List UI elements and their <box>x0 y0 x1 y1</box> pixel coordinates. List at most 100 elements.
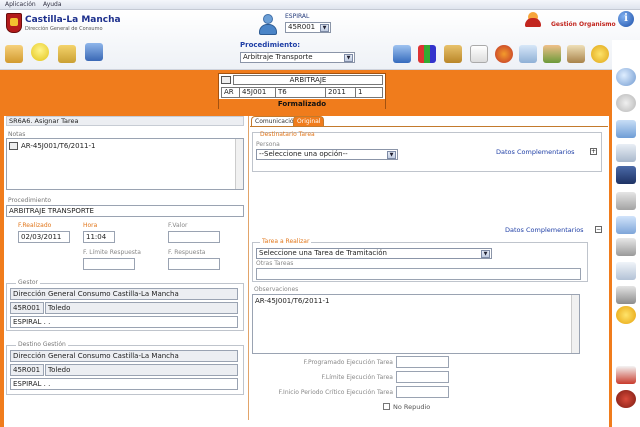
persona-select-value: --Seleccione una opción-- <box>259 150 348 158</box>
f-respuesta-label: F. Respuesta <box>168 249 206 256</box>
expand-icon[interactable]: + <box>590 148 597 155</box>
destino-name-field: Dirección General Consumo Castilla-La Ma… <box>10 350 238 362</box>
calculator-icon[interactable] <box>567 45 585 63</box>
collapse-icon[interactable]: − <box>595 226 602 233</box>
espiral-select[interactable]: 45R001 ▼ <box>285 22 331 33</box>
exit-icon[interactable] <box>85 43 103 61</box>
computer-icon[interactable] <box>393 45 411 63</box>
books-icon[interactable] <box>418 45 436 63</box>
notas-label: Notas <box>8 131 26 138</box>
back-icon[interactable] <box>616 94 636 112</box>
cancel-icon[interactable] <box>616 366 636 384</box>
clip-icon[interactable] <box>616 238 636 256</box>
lightbulb-icon[interactable] <box>31 43 49 61</box>
user-icon <box>258 14 278 36</box>
procedimiento-field[interactable]: ARBITRAJE TRANSPORTE <box>6 205 244 217</box>
persona-select[interactable]: --Seleccione una opción-- ▼ <box>256 149 398 160</box>
tarea-select[interactable]: Seleccione una Tarea de Tramitación ▼ <box>256 248 492 259</box>
observaciones-scrollbar[interactable] <box>571 295 579 353</box>
f-limite-respuesta-label: F. Límite Respuesta <box>83 249 141 256</box>
f-inicio-periodo-field[interactable] <box>396 386 449 398</box>
no-repudio-checkbox[interactable] <box>383 403 390 410</box>
f-limite-ejecucion-field[interactable] <box>396 371 449 383</box>
gestor-city-field: Toledo <box>45 302 238 314</box>
gestor-code-field: 45R001 <box>10 302 44 314</box>
observaciones-field[interactable]: AR-45J001/T6/2011-1 <box>252 294 580 354</box>
menu-bar: Aplicación Ayuda <box>0 0 640 10</box>
expediente-title: ARBITRAJE <box>233 75 383 85</box>
calendar-icon[interactable] <box>470 45 488 63</box>
f-limite-respuesta-field[interactable] <box>83 258 135 270</box>
no-repudio-label: No Repudio <box>393 403 431 411</box>
header: Castilla-La Mancha Dirección General de … <box>0 10 640 70</box>
info-icon[interactable]: i <box>618 11 634 27</box>
chevron-down-icon: ▼ <box>481 250 490 258</box>
archive-icon[interactable] <box>444 45 462 63</box>
folder-icon[interactable] <box>58 45 76 63</box>
procedimiento-select[interactable]: Arbitraje Transporte ▼ <box>240 52 355 63</box>
settings-icon[interactable] <box>616 306 636 324</box>
notas-field[interactable]: AR-45J001/T6/2011-1 <box>6 138 244 190</box>
f-limite-ejecucion-label: F.Límite Ejecución Tarea <box>321 374 393 381</box>
f-valor-label: F.Valor <box>168 222 188 229</box>
document-icon <box>221 76 231 84</box>
gestor-extra-field: ESPIRAL . . <box>10 316 238 328</box>
save-icon[interactable] <box>616 166 636 184</box>
right-toolbar <box>612 40 640 427</box>
expediente-cell-2: 45J001 <box>240 88 276 97</box>
globe-icon[interactable] <box>495 45 513 63</box>
app-name: Gestión Organismo <box>551 21 616 28</box>
procedimiento-label: Procedimiento <box>8 197 52 204</box>
gear-icon[interactable] <box>591 45 609 63</box>
procedimiento-select-value: Arbitraje Transporte <box>243 53 313 61</box>
gestor-name-field: Dirección General Consumo Castilla-La Ma… <box>10 288 238 300</box>
f-respuesta-field[interactable] <box>168 258 220 270</box>
f-inicio-periodo-label: F.Inicio Periodo Crítico Ejecución Tarea <box>278 389 393 396</box>
brand-subtitle: Dirección General de Consumo <box>25 26 103 32</box>
datos-complementarios-link-2[interactable]: Datos Complementarios <box>505 226 584 234</box>
procedimiento-header-label: Procedimiento: <box>240 41 301 49</box>
printer-icon[interactable] <box>616 286 636 304</box>
note-icon[interactable] <box>616 216 636 234</box>
edit-icon[interactable] <box>616 120 636 138</box>
search-docs-icon[interactable] <box>519 45 537 63</box>
f-valor-field[interactable] <box>168 231 220 243</box>
f-realizado-label: F.Realizado <box>18 222 52 229</box>
notas-scrollbar[interactable] <box>235 139 243 189</box>
destinatario-label: Destinatario Tarea <box>260 131 315 138</box>
document-icon <box>9 142 18 150</box>
tab-original[interactable]: Original <box>293 116 325 126</box>
expediente-cell-4: 2011 <box>326 88 356 97</box>
hora-field[interactable]: 11:04 <box>83 231 115 243</box>
home-icon[interactable] <box>5 45 23 63</box>
copy-icon[interactable] <box>616 144 636 162</box>
espiral-label: ESPIRAL <box>285 13 310 20</box>
persona-label: Persona <box>256 141 280 148</box>
exit-icon[interactable] <box>616 390 636 408</box>
hora-label: Hora <box>83 222 98 229</box>
menu-aplicacion[interactable]: Aplicación <box>5 1 36 8</box>
brand-title: Castilla-La Mancha <box>25 15 121 25</box>
chevron-down-icon: ▼ <box>344 54 353 62</box>
f-programado-field[interactable] <box>396 356 449 368</box>
otras-tareas-field[interactable] <box>256 268 581 280</box>
chevron-down-icon: ▼ <box>320 24 329 32</box>
expediente-cell-1: AR <box>222 88 240 97</box>
destino-city-field: Toledo <box>45 364 238 376</box>
datos-complementarios-link[interactable]: Datos Complementarios <box>496 148 575 156</box>
tarea-label: Tarea a Realizar <box>260 238 312 245</box>
tarea-select-value: Seleccione una Tarea de Tramitación <box>259 249 387 257</box>
search-icon[interactable] <box>616 68 636 86</box>
tools-icon[interactable] <box>543 45 561 63</box>
observaciones-value: AR-45J001/T6/2011-1 <box>255 297 330 305</box>
list-icon[interactable] <box>616 262 636 280</box>
column-divider <box>248 116 249 420</box>
otras-tareas-label: Otras Tareas <box>256 260 294 267</box>
notas-value: AR-45J001/T6/2011-1 <box>21 142 96 150</box>
menu-ayuda[interactable]: Ayuda <box>43 1 62 8</box>
espiral-select-value: 45R001 <box>288 23 316 31</box>
f-realizado-field[interactable]: 02/03/2011 <box>18 231 70 243</box>
cut-icon[interactable] <box>616 192 636 210</box>
app-logo-icon <box>525 12 541 28</box>
f-programado-label: F.Programado Ejecución Tarea <box>303 359 393 366</box>
